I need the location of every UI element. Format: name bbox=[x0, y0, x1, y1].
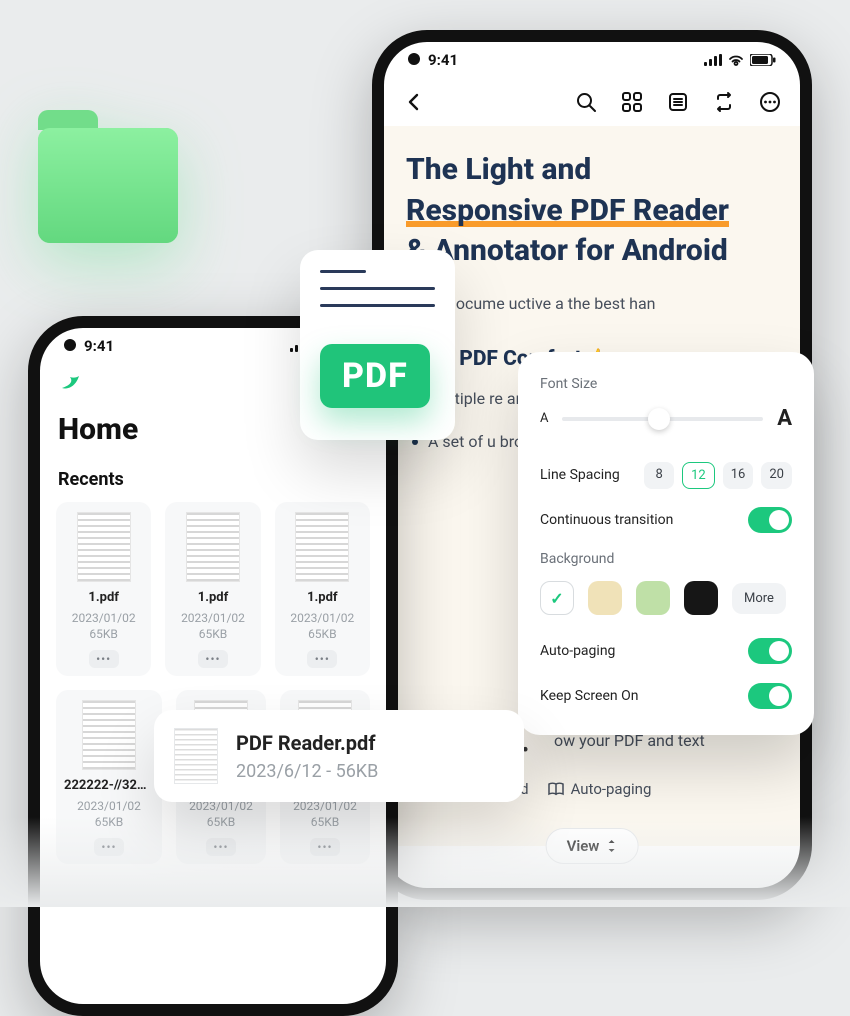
file-more-button[interactable]: ••• bbox=[310, 838, 340, 856]
wifi-icon bbox=[728, 54, 744, 66]
line-spacing-16[interactable]: 16 bbox=[723, 462, 754, 489]
more-icon[interactable] bbox=[758, 90, 782, 114]
background-label: Background bbox=[540, 551, 792, 567]
bg-white[interactable]: ✓ bbox=[540, 581, 574, 615]
bg-more-button[interactable]: More bbox=[732, 583, 786, 614]
auto-paging-toggle[interactable] bbox=[748, 638, 792, 664]
continuous-transition-toggle[interactable] bbox=[748, 507, 792, 533]
file-thumbnail bbox=[295, 512, 349, 582]
font-size-label: Font Size bbox=[540, 376, 792, 392]
file-name: 1.pdf bbox=[283, 590, 362, 605]
recents-grid: 1.pdf 2023/01/02 65KB ••• 1.pdf 2023/01/… bbox=[56, 502, 370, 676]
file-thumbnail bbox=[82, 700, 136, 770]
keep-screen-on-label: Keep Screen On bbox=[540, 688, 638, 704]
file-thumbnail bbox=[174, 728, 218, 784]
file-thumbnail bbox=[186, 512, 240, 582]
status-time: 9:41 bbox=[64, 337, 114, 355]
font-size-slider[interactable] bbox=[562, 417, 763, 421]
font-size-slider-row: A A bbox=[540, 406, 792, 431]
file-size: 65KB bbox=[64, 815, 154, 831]
loop-icon[interactable] bbox=[712, 90, 736, 114]
file-date: 2023/01/02 bbox=[173, 611, 252, 627]
view-button[interactable]: View bbox=[546, 828, 639, 864]
continuous-transition-label: Continuous transition bbox=[540, 512, 673, 528]
reader-mode-row: ead Auto-paging bbox=[504, 780, 780, 798]
auto-paging-label: Auto-paging bbox=[540, 643, 615, 659]
file-more-button[interactable]: ••• bbox=[89, 650, 119, 668]
grid-icon[interactable] bbox=[620, 90, 644, 114]
file-card[interactable]: 1.pdf 2023/01/02 65KB ••• bbox=[165, 502, 260, 676]
file-row-card[interactable]: PDF Reader.pdf 2023/6/12 - 56KB bbox=[154, 710, 524, 802]
line-spacing-8[interactable]: 8 bbox=[644, 462, 674, 489]
file-name: 1.pdf bbox=[64, 590, 143, 605]
line-spacing-20[interactable]: 20 bbox=[761, 462, 792, 489]
status-bar: 9:41 bbox=[384, 42, 800, 78]
doc-line bbox=[320, 270, 366, 273]
file-size: 65KB bbox=[184, 815, 258, 831]
file-size: 65KB bbox=[283, 627, 362, 643]
file-date: 2023/01/02 bbox=[64, 799, 154, 815]
search-icon[interactable] bbox=[574, 90, 598, 114]
line-spacing-options: 8 12 16 20 bbox=[644, 462, 792, 489]
battery-icon bbox=[750, 54, 776, 66]
highlighted-text: Responsive PDF Reader bbox=[406, 193, 729, 230]
bg-black[interactable] bbox=[684, 581, 718, 615]
line-spacing-12[interactable]: 12 bbox=[682, 462, 715, 489]
back-icon[interactable] bbox=[402, 90, 426, 114]
book-open-icon bbox=[547, 782, 565, 796]
file-name: 1.pdf bbox=[173, 590, 252, 605]
status-time: 9:41 bbox=[408, 51, 458, 69]
file-card[interactable]: 222222-//3222.pdf 2023/01/02 65KB ••• bbox=[56, 690, 162, 864]
slider-knob[interactable] bbox=[648, 408, 670, 430]
file-card[interactable]: 1.pdf 2023/01/02 65KB ••• bbox=[275, 502, 370, 676]
background-options: ✓ More bbox=[540, 581, 792, 615]
file-row-meta: 2023/6/12 - 56KB bbox=[236, 761, 378, 782]
check-icon: ✓ bbox=[550, 589, 563, 608]
file-name: 222222-//3222.pdf bbox=[64, 778, 154, 793]
file-thumbnail bbox=[77, 512, 131, 582]
article-paragraph: y view, ocume uctive a the best han bbox=[406, 292, 778, 317]
bg-cream[interactable] bbox=[588, 581, 622, 615]
file-more-button[interactable]: ••• bbox=[94, 838, 124, 856]
file-date: 2023/01/02 bbox=[283, 611, 362, 627]
file-more-button[interactable]: ••• bbox=[307, 650, 337, 668]
font-size-big-a: A bbox=[777, 406, 792, 431]
reader-toolbar bbox=[384, 78, 800, 126]
mode-autopaging[interactable]: Auto-paging bbox=[547, 780, 652, 798]
file-size: 65KB bbox=[173, 627, 252, 643]
doc-line bbox=[320, 304, 435, 307]
pdf-badge: PDF bbox=[320, 344, 430, 408]
font-size-small-a: A bbox=[540, 411, 548, 426]
file-more-button[interactable]: ••• bbox=[206, 838, 236, 856]
keep-screen-on-toggle[interactable] bbox=[748, 683, 792, 709]
list-icon[interactable] bbox=[666, 90, 690, 114]
bg-green[interactable] bbox=[636, 581, 670, 615]
file-more-button[interactable]: ••• bbox=[198, 650, 228, 668]
signal-icon bbox=[704, 54, 722, 66]
sort-arrows-icon bbox=[605, 839, 617, 853]
doc-line bbox=[320, 287, 435, 290]
file-date: 2023/01/02 bbox=[64, 611, 143, 627]
settings-panel: Font Size A A Line Spacing 8 12 16 20 Co… bbox=[518, 352, 814, 735]
file-row-name: PDF Reader.pdf bbox=[236, 731, 378, 755]
file-size: 65KB bbox=[64, 627, 143, 643]
file-size: 65KB bbox=[288, 815, 362, 831]
file-card[interactable]: 1.pdf 2023/01/02 65KB ••• bbox=[56, 502, 151, 676]
line-spacing-label: Line Spacing bbox=[540, 467, 620, 483]
folder-icon bbox=[38, 128, 178, 243]
article-title: The Light and Responsive PDF Reader & An… bbox=[406, 150, 778, 272]
recents-heading: Recents bbox=[56, 469, 370, 490]
